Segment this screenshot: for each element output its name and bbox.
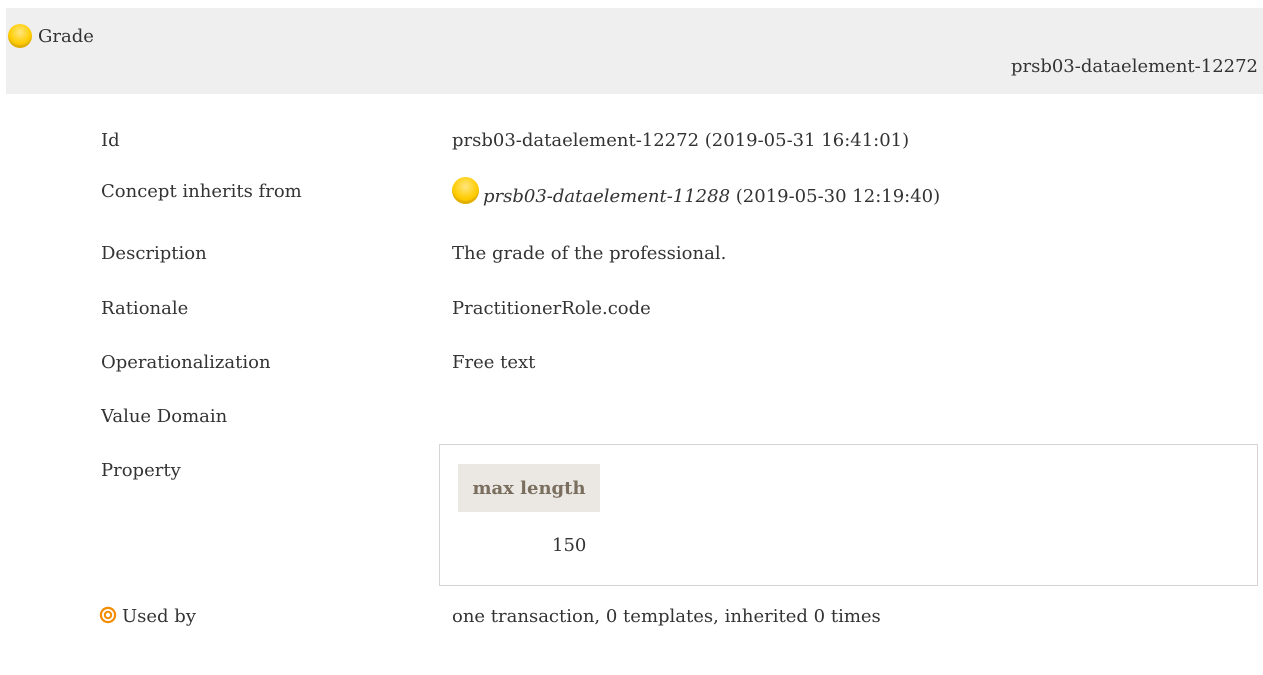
description-label: Description — [101, 243, 207, 264]
rationale-label: Rationale — [101, 298, 189, 319]
used-by-label-wrap: Used by — [99, 606, 196, 627]
inherits-label: Concept inherits from — [101, 181, 302, 202]
rationale-value: PractitionerRole.code — [452, 298, 651, 319]
concept-title: Grade — [8, 24, 94, 48]
operationalization-value: Free text — [452, 352, 536, 373]
inherits-value: prsb03-dataelement-11288 (2019-05-30 12:… — [452, 177, 940, 207]
concept-item-icon — [8, 24, 32, 48]
target-icon — [99, 606, 117, 624]
id-value: prsb03-dataelement-12272 (2019-05-31 16:… — [452, 130, 910, 151]
concept-header: Grade prsb03-dataelement-12272 — [6, 8, 1263, 94]
used-by-label: Used by — [122, 606, 196, 627]
description-value: The grade of the professional. — [452, 243, 727, 264]
property-label: Property — [101, 460, 181, 481]
property-table: max length 150 — [439, 444, 1258, 586]
value-domain-label: Value Domain — [101, 406, 228, 427]
concept-title-label: Grade — [38, 25, 94, 47]
max-length-header: max length — [458, 464, 600, 512]
concept-id-label: prsb03-dataelement-12272 — [1010, 56, 1258, 77]
concept-item-icon — [452, 177, 479, 204]
operationalization-label: Operationalization — [101, 352, 271, 373]
id-label: Id — [101, 130, 120, 151]
used-by-value[interactable]: one transaction, 0 templates, inherited … — [452, 606, 881, 627]
max-length-value: 150 — [552, 535, 587, 556]
inherits-link[interactable]: prsb03-dataelement-11288 — [483, 186, 730, 207]
inherits-date: (2019-05-30 12:19:40) — [730, 186, 941, 207]
